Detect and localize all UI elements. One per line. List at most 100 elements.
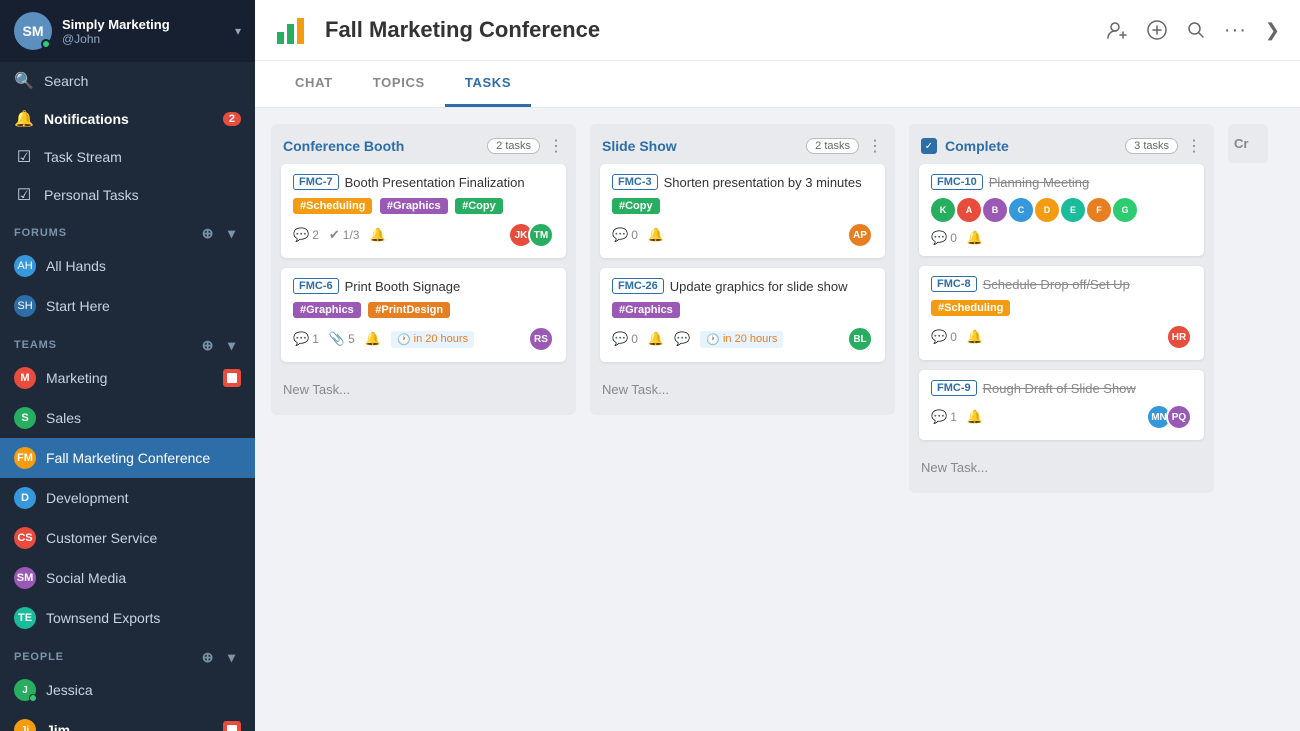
people-actions: ⊕ ▾	[199, 648, 241, 666]
task-title-fmc-8: Schedule Drop off/Set Up	[983, 277, 1192, 292]
sidebar-item-marketing[interactable]: M Marketing	[0, 358, 255, 398]
sidebar-item-all-hands[interactable]: AH All Hands	[0, 246, 255, 286]
tag-copy-fmc-3[interactable]: #Copy	[612, 198, 660, 214]
sidebar-item-customer-service[interactable]: CS Customer Service	[0, 518, 255, 558]
comment-icon: 💬	[293, 227, 309, 243]
tag-printdesign-fmc-6[interactable]: #PrintDesign	[368, 302, 450, 318]
sidebar-item-sales[interactable]: S Sales	[0, 398, 255, 438]
sidebar-item-townsend[interactable]: TE Townsend Exports	[0, 598, 255, 638]
new-task-conference-booth[interactable]: New Task...	[271, 372, 576, 407]
sidebar-item-fall-marketing[interactable]: FM Fall Marketing Conference	[0, 438, 255, 478]
add-member-button[interactable]	[1106, 19, 1128, 41]
personal-tasks-label: Personal Tasks	[44, 187, 241, 203]
fall-marketing-icon: FM	[14, 447, 36, 469]
task-id-fmc-7: FMC-7	[293, 174, 339, 190]
new-task-complete[interactable]: New Task...	[909, 450, 1214, 485]
tag-copy-fmc-7[interactable]: #Copy	[455, 198, 503, 214]
complete-checkbox[interactable]	[921, 138, 937, 154]
timer-fmc-6: 🕐 in 20 hours	[391, 331, 474, 348]
sidebar-item-jim[interactable]: Ji Jim	[0, 710, 255, 731]
task-stream-label: Task Stream	[44, 149, 241, 165]
comment-icon: 💬	[931, 329, 947, 345]
card-tags-fmc-7: #Scheduling #Graphics #Copy	[293, 196, 554, 214]
add-button[interactable]	[1146, 19, 1168, 41]
bell-fmc-9: 🔔	[967, 409, 983, 425]
tab-topics[interactable]: TOPICS	[353, 61, 445, 107]
comment-icon: 💬	[612, 227, 628, 243]
attachment-icon: 📎	[329, 331, 345, 347]
start-here-icon: SH	[14, 295, 36, 317]
sidebar-item-social-media[interactable]: SM Social Media	[0, 558, 255, 598]
more-options-button[interactable]: ···	[1224, 19, 1247, 42]
task-id-fmc-26: FMC-26	[612, 278, 664, 294]
checklist-fmc-7: ✔ 1/3	[329, 227, 360, 243]
topbar-actions: ··· ❯	[1106, 19, 1280, 42]
personal-tasks-item[interactable]: ☑ Personal Tasks	[0, 176, 255, 214]
tag-scheduling-fmc-7[interactable]: #Scheduling	[293, 198, 372, 214]
card-tags-fmc-26: #Graphics	[612, 300, 873, 318]
card-fmc-26: FMC-26 Update graphics for slide show #G…	[600, 268, 885, 362]
avatar-k: K	[931, 198, 955, 222]
notifications-badge: 2	[223, 112, 241, 126]
jim-badge	[223, 721, 241, 731]
column-header-complete: Complete 3 tasks ⋮	[909, 124, 1214, 164]
tag-graphics-fmc-26[interactable]: #Graphics	[612, 302, 680, 318]
task-id-fmc-10: FMC-10	[931, 174, 983, 190]
tag-scheduling-fmc-8[interactable]: #Scheduling	[931, 300, 1010, 316]
card-fmc-9: FMC-9 Rough Draft of Slide Show 💬 1 🔔 MN	[919, 370, 1204, 440]
task-id-fmc-3: FMC-3	[612, 174, 658, 190]
search-button[interactable]	[1186, 20, 1206, 40]
task-title-fmc-3: Shorten presentation by 3 minutes	[664, 175, 873, 190]
card-id-row-fmc-10: FMC-10 Planning Meeting	[931, 174, 1192, 190]
col-menu-slide-show[interactable]: ⋮	[867, 136, 883, 156]
card-avatars-fmc-26: BL	[847, 326, 873, 352]
notifications-item[interactable]: 🔔 Notifications 2	[0, 100, 255, 138]
attachments-fmc-6: 📎 5	[329, 331, 355, 347]
comments-fmc-7: 💬 2	[293, 227, 319, 243]
col-title-conference-booth: Conference Booth	[283, 138, 487, 154]
tab-tasks[interactable]: TASKS	[445, 61, 531, 107]
teams-actions: ⊕ ▾	[199, 336, 241, 354]
sidebar-item-jessica[interactable]: J Jessica	[0, 670, 255, 710]
tag-graphics-fmc-6[interactable]: #Graphics	[293, 302, 361, 318]
task-stream-item[interactable]: ☑ Task Stream	[0, 138, 255, 176]
comment-count-fmc-10: 0	[950, 231, 957, 245]
search-item[interactable]: 🔍 Search	[0, 62, 255, 100]
col-menu-complete[interactable]: ⋮	[1186, 136, 1202, 156]
tab-chat[interactable]: CHAT	[275, 61, 353, 107]
sidebar-item-start-here[interactable]: SH Start Here	[0, 286, 255, 326]
column-slide-show: Slide Show 2 tasks ⋮ FMC-3 Shorten prese…	[590, 124, 895, 415]
col-badge-complete: 3 tasks	[1125, 138, 1178, 154]
bell-fmc-26: 🔔	[648, 331, 664, 347]
new-task-slide-show[interactable]: New Task...	[590, 372, 895, 407]
people-add-button[interactable]: ⊕	[199, 648, 217, 666]
avatar-fmc-3-1: AP	[847, 222, 873, 248]
teams-collapse-button[interactable]: ▾	[223, 336, 241, 354]
avatar-e: E	[1061, 198, 1085, 222]
collapse-button[interactable]: ❯	[1265, 20, 1280, 41]
avatar-fmc-26-1: BL	[847, 326, 873, 352]
col-menu-conference-booth[interactable]: ⋮	[548, 136, 564, 156]
bar-chart-icon	[275, 12, 311, 48]
page-title: Fall Marketing Conference	[325, 17, 1106, 43]
chat-fmc-26: 💬	[674, 331, 690, 347]
col-cards-conference-booth: FMC-7 Booth Presentation Finalization #S…	[271, 164, 576, 372]
bell-icon: 🔔	[967, 409, 983, 425]
sidebar-header[interactable]: SM Simply Marketing @John ▾	[0, 0, 255, 62]
tag-graphics-fmc-7[interactable]: #Graphics	[380, 198, 448, 214]
forums-collapse-button[interactable]: ▾	[223, 224, 241, 242]
forums-add-button[interactable]: ⊕	[199, 224, 217, 242]
teams-add-button[interactable]: ⊕	[199, 336, 217, 354]
column-conference-booth: Conference Booth 2 tasks ⋮ FMC-7 Booth P…	[271, 124, 576, 415]
people-collapse-button[interactable]: ▾	[223, 648, 241, 666]
bell-fmc-3: 🔔	[648, 227, 664, 243]
sidebar-header-text: Simply Marketing @John	[62, 17, 235, 46]
column-header-conference-booth: Conference Booth 2 tasks ⋮	[271, 124, 576, 164]
card-id-row-fmc-26: FMC-26 Update graphics for slide show	[612, 278, 873, 294]
all-hands-label: All Hands	[46, 258, 241, 274]
customer-service-icon: CS	[14, 527, 36, 549]
col-title-complete: Complete	[945, 138, 1125, 154]
comments-fmc-8: 💬 0	[931, 329, 957, 345]
avatar-g: G	[1113, 198, 1137, 222]
sidebar-item-development[interactable]: D Development	[0, 478, 255, 518]
